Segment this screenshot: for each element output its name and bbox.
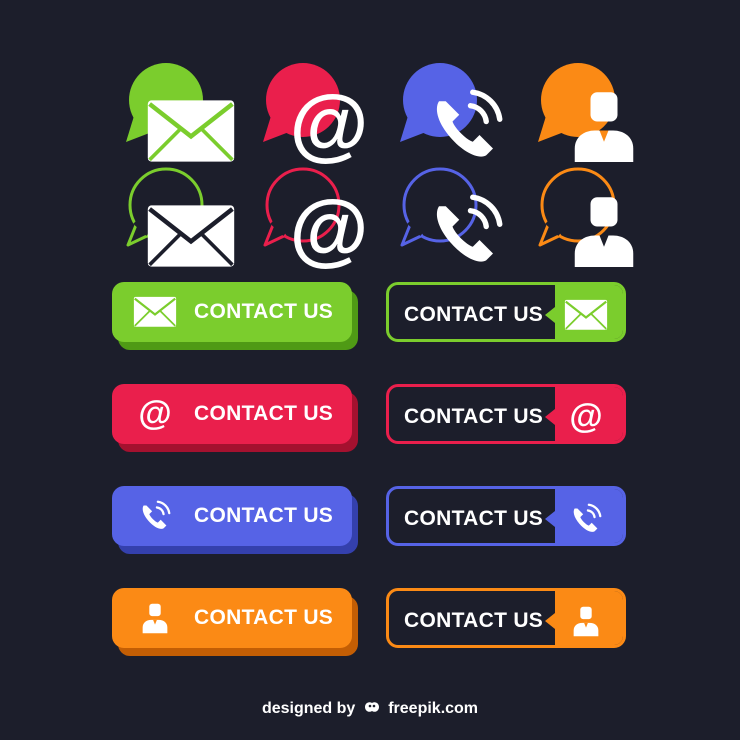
button-face: CONTACT US xyxy=(386,588,626,648)
button-face: CONTACT US @ xyxy=(386,384,626,444)
user-icon xyxy=(559,81,634,162)
contact-button-at-solid[interactable]: @ CONTACT US xyxy=(112,384,358,452)
envelope-icon xyxy=(553,285,619,339)
user-icon xyxy=(559,186,634,267)
phone-icon xyxy=(553,489,619,543)
bubble-phone-filled[interactable] xyxy=(392,58,503,157)
envelope-icon xyxy=(146,191,235,267)
contact-button-phone-solid[interactable]: CONTACT US xyxy=(112,486,358,554)
brand-text: freepik.com xyxy=(388,700,479,717)
at-sign-icon: @ xyxy=(553,387,619,441)
contact-button-phone-outline[interactable]: CONTACT US xyxy=(386,486,626,548)
bubble-user-outline[interactable] xyxy=(530,163,634,267)
envelope-icon xyxy=(146,86,235,162)
at-sign-icon: @ xyxy=(284,81,369,169)
freepik-logo-icon xyxy=(364,702,379,712)
button-face: CONTACT US xyxy=(112,588,352,648)
contact-button-user-outline[interactable]: CONTACT US xyxy=(386,588,626,650)
button-label: CONTACT US xyxy=(194,402,334,425)
svg-text:@: @ xyxy=(569,398,602,435)
contact-button-user-solid[interactable]: CONTACT US xyxy=(112,588,358,656)
bubble-at-outline[interactable]: @ xyxy=(255,163,369,274)
at-sign-icon: @ xyxy=(130,384,180,444)
user-icon xyxy=(553,591,619,645)
button-face: CONTACT US xyxy=(386,282,626,342)
bubble-email-filled[interactable] xyxy=(118,58,235,162)
designed-by-text: designed by xyxy=(261,700,356,717)
canvas: @ @ CONTACT US @ CONTACT US CONTACT US C… xyxy=(0,0,740,740)
button-label: CONTACT US xyxy=(404,609,544,632)
svg-text:@: @ xyxy=(290,186,369,274)
phone-icon xyxy=(130,486,180,546)
contact-button-at-outline[interactable]: CONTACT US @ xyxy=(386,384,626,446)
phone-icon xyxy=(421,186,503,262)
envelope-icon xyxy=(130,282,180,342)
at-sign-icon: @ xyxy=(284,186,369,274)
button-label: CONTACT US xyxy=(194,300,334,323)
phone-icon xyxy=(421,81,503,157)
contact-button-email-solid[interactable]: CONTACT US xyxy=(112,282,358,350)
bubble-at-filled[interactable]: @ xyxy=(255,58,369,169)
button-label: CONTACT US xyxy=(404,405,544,428)
button-face: CONTACT US xyxy=(112,282,352,342)
button-label: CONTACT US xyxy=(404,507,544,530)
bubble-user-filled[interactable] xyxy=(530,58,634,162)
button-face: @ CONTACT US xyxy=(112,384,352,444)
button-label: CONTACT US xyxy=(404,303,544,326)
button-face: CONTACT US xyxy=(112,486,352,546)
button-face: CONTACT US xyxy=(386,486,626,546)
button-label: CONTACT US xyxy=(194,606,334,629)
bubble-phone-outline[interactable] xyxy=(392,163,503,262)
footer-credit: designed by freepik.com xyxy=(0,700,740,718)
button-label: CONTACT US xyxy=(194,504,334,527)
user-icon xyxy=(130,588,180,648)
svg-text:@: @ xyxy=(138,395,171,432)
bubble-email-outline[interactable] xyxy=(118,163,235,267)
contact-button-email-outline[interactable]: CONTACT US xyxy=(386,282,626,344)
svg-text:@: @ xyxy=(290,81,369,169)
